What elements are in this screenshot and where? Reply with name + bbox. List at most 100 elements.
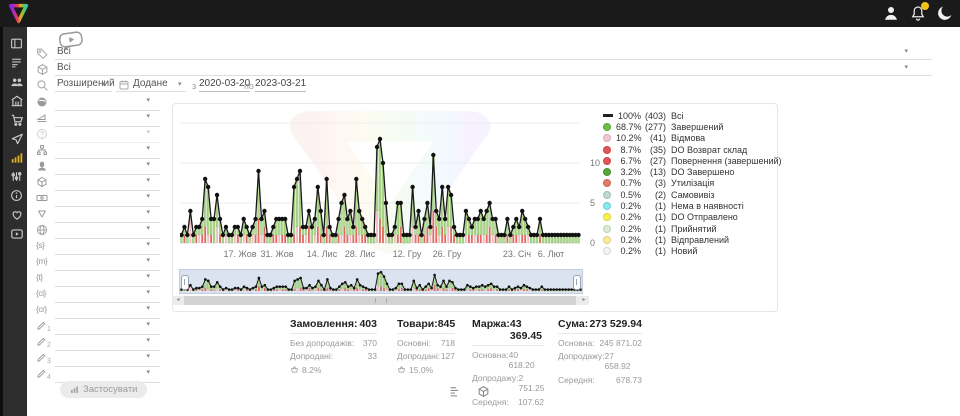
sidebar-filter-sitemap[interactable]: ▾ [36,144,160,159]
legend-item[interactable]: 8.7%(35)DO Возврат склад [603,144,775,155]
dashboard-icon[interactable] [3,34,30,53]
search-icon[interactable] [36,79,49,92]
chevron-down-icon[interactable]: ▾ [146,272,150,280]
chevron-down-icon[interactable]: ▾ [146,336,150,344]
bell-icon[interactable] [909,4,927,22]
chevron-down-icon[interactable]: ▾ [146,96,150,104]
chevron-down-icon[interactable]: ▾ [146,192,150,200]
sidebar-filter-pencil-2[interactable]: 2▾ [36,336,160,351]
legend-item[interactable]: 0.7%(3)Утилізація [603,178,775,189]
search-mode-select[interactable]: Розширений [57,78,115,89]
chevron-down-icon[interactable]: ▾ [146,352,150,360]
sidebar-filter-brace-cr[interactable]: {cr}▾ [36,304,160,319]
sidebar-filter-ramp[interactable]: ▾ [36,112,160,127]
chevron-down-icon[interactable]: ▾ [146,112,150,120]
brush-handle-left[interactable] [181,275,189,290]
legend-item[interactable]: 68.7%(277)Завершений [603,121,775,132]
chevron-down-icon[interactable]: ▾ [904,63,908,71]
legend-color-swatch [603,191,611,199]
cart-icon[interactable] [3,110,30,129]
info-icon[interactable] [3,186,30,205]
legend-item[interactable]: 0.2%(1)Новий [603,246,775,257]
support-icon[interactable] [3,205,30,224]
legend-item[interactable]: 0.2%(1)Нема в наявності [603,200,775,211]
sidebar-filter-person[interactable]: ▾ [36,160,160,175]
sitemap-icon [36,144,49,157]
chevron-down-icon[interactable]: ▾ [146,240,150,248]
legend-item[interactable]: 0.2%(1)Прийнятий [603,223,775,234]
legend-item[interactable]: 6.7%(27)Повернення (завершений) [603,155,775,166]
sidebar-filter-brace-t[interactable]: {t}▾ [36,272,160,287]
chevron-down-icon[interactable]: ▾ [146,128,150,136]
x-tick-label: 14. Лис [307,249,338,259]
stats-list-icon[interactable] [449,384,463,398]
legend-item[interactable]: 0.2%(1)Відправлений [603,234,775,245]
legend-item[interactable]: 100%(403)Всі [603,110,775,121]
send-icon[interactable] [3,129,30,148]
orders-chart-card: 051017. Жов31. Жов14. Лис28. Лис12. Гру2… [172,103,778,312]
basket-icon [397,365,406,374]
video-icon[interactable] [3,224,30,243]
date-to-label: по [244,81,254,91]
legend-item[interactable]: 3.2%(13)DO Завершено [603,166,775,177]
brace-m-icon: {m} [36,256,49,269]
sidebar-filter-banknote[interactable]: ▾ [36,192,160,207]
date-from-label: з [192,81,196,91]
sidebar-filter-box[interactable]: ▾ [36,176,160,191]
sidebar-filter-question[interactable]: ▾ [36,128,160,143]
chevron-down-icon[interactable]: ▾ [146,304,150,312]
chevron-down-icon[interactable]: ▾ [146,224,150,232]
legend-item[interactable]: 0.2%(1)DO Отправлено [603,212,775,223]
legend-item[interactable]: 10.2%(41)Відмова [603,133,775,144]
brace-ci-icon: {ci} [36,288,49,301]
legend-color-swatch [603,213,611,221]
package-icon [36,63,49,76]
sidebar-filter-brace-m[interactable]: {m} ▾ [36,256,160,271]
user-icon[interactable] [882,4,900,22]
chevron-down-icon[interactable]: ▾ [146,160,150,168]
dark-mode-icon[interactable] [936,4,954,22]
legend-item[interactable]: 0.5%(2)Самовивіз [603,189,775,200]
chart-scrollbar[interactable]: ◂ ▸ [173,296,589,305]
sidebar-filter-brace-s[interactable]: {s}▾ [36,240,160,255]
chevron-down-icon[interactable]: ▾ [146,288,150,296]
sidebar-filter-pencil-3[interactable]: 3▾ [36,352,160,367]
filter-products[interactable]: Всі ▾ [36,63,932,76]
warehouse-icon[interactable] [3,91,30,110]
stat-items: Товари:845 Основні:718 Допродані:127 15.… [397,318,455,375]
legend-color-swatch [603,168,611,176]
chevron-down-icon[interactable]: ▾ [146,144,150,152]
chevron-down-icon[interactable]: ▾ [146,208,150,216]
brand-logo-icon[interactable] [8,3,29,24]
chevron-down-icon[interactable]: ▾ [146,368,150,376]
date-to-input[interactable]: 2023-03-21 [255,78,306,92]
sidebar-filter-funnel[interactable]: ▾ [36,208,160,223]
box-icon [36,176,49,189]
sidebar-filter-brace-ci[interactable]: {ci} ▾ [36,288,160,303]
scroll-right-icon[interactable]: ▸ [579,296,589,305]
date-field-select[interactable]: Додане [133,78,168,89]
legend-color-swatch [603,179,611,187]
chart-brush[interactable] [179,269,583,294]
analytics-icon[interactable] [3,148,30,167]
chevron-down-icon[interactable]: ▾ [904,47,908,55]
apply-button[interactable]: Застосувати [60,381,147,398]
brush-handle-right[interactable] [573,275,581,290]
chevron-down-icon[interactable]: ▾ [146,256,150,264]
package-icon[interactable] [477,384,491,398]
chevron-down-icon[interactable]: ▾ [146,176,150,184]
chevron-down-icon[interactable]: ▾ [146,320,150,328]
pencil-1-icon: 1 [36,320,49,333]
date-from-input[interactable]: 2020-03-20 [199,78,250,92]
sidebar-filter-pencil-1[interactable]: 1▾ [36,320,160,335]
legend-color-swatch [603,247,611,255]
sliders-icon[interactable] [3,167,30,186]
scroll-left-icon[interactable]: ◂ [173,296,183,305]
question-icon [36,128,49,141]
sidebar-filter-globe-solid[interactable]: ▾ [36,96,160,111]
filter-status[interactable]: Всі ▾ [36,47,932,60]
scrollbar-thumb[interactable] [184,296,576,305]
orders-list-icon[interactable] [3,53,30,72]
customers-icon[interactable] [3,72,30,91]
sidebar-filter-globe[interactable]: ▾ [36,224,160,239]
